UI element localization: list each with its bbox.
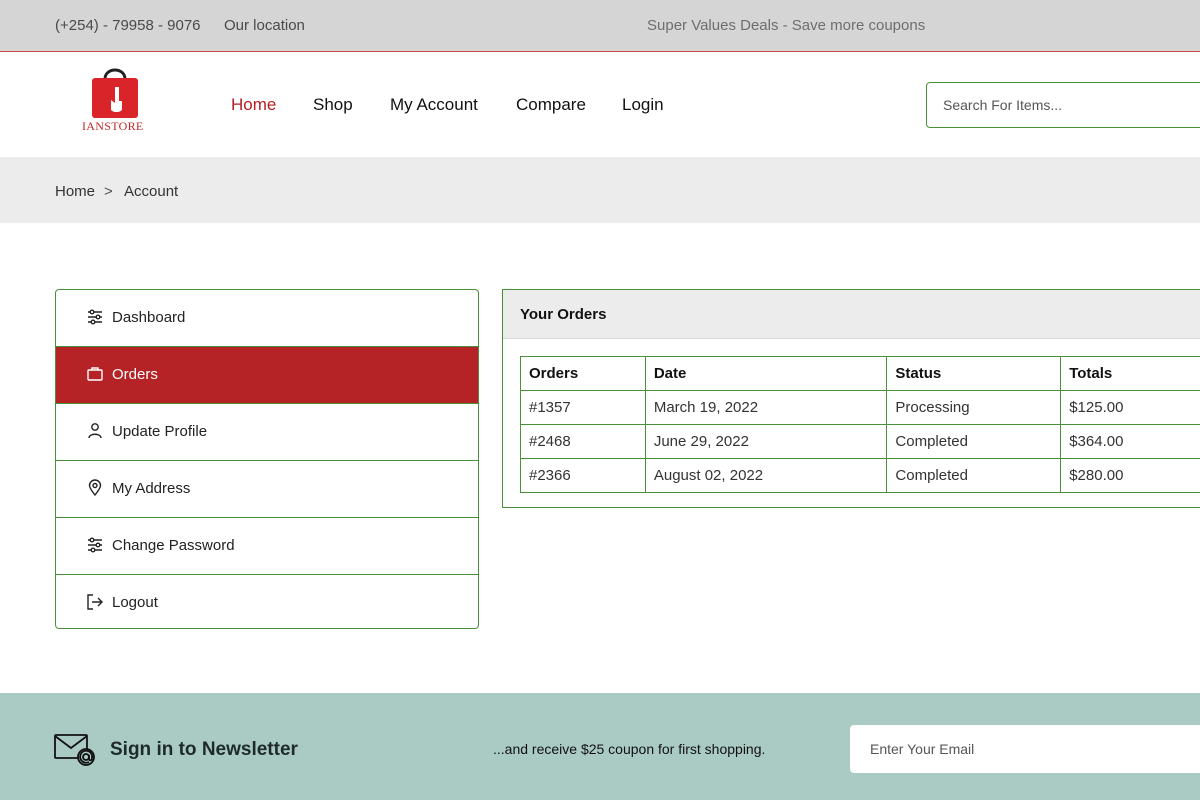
table-row[interactable]: #2468 June 29, 2022 Completed $364.00 (520, 424, 1200, 459)
breadcrumb-home[interactable]: Home (55, 183, 95, 200)
sidebar-item-label: Logout (112, 594, 158, 611)
column-header: Date (644, 356, 888, 391)
sidebar-item-label: Orders (112, 366, 158, 383)
column-header: Totals (1060, 356, 1200, 391)
sidebar-item-logout[interactable]: Logout (56, 575, 478, 628)
breadcrumb-account: Account (124, 183, 179, 200)
column-header: Status (886, 356, 1062, 391)
account-sidebar: Dashboard Orders Update Profile My Addre… (55, 289, 479, 629)
order-date: March 19, 2022 (644, 390, 888, 425)
order-id: #1357 (520, 390, 646, 425)
sidebar-item-update-profile[interactable]: Update Profile (56, 404, 478, 461)
nav-my-account[interactable]: My Account (390, 95, 478, 115)
nav-login[interactable]: Login (622, 95, 664, 115)
order-total: $280.00 (1060, 458, 1200, 493)
top-bar: (+254) - 79958 - 9076 Our location Super… (0, 0, 1200, 52)
search-input[interactable] (926, 82, 1200, 128)
sliders-icon (86, 536, 104, 554)
order-total: $364.00 (1060, 424, 1200, 459)
order-status: Completed (886, 424, 1062, 459)
order-status: Processing (886, 390, 1062, 425)
sidebar-item-label: Change Password (112, 537, 235, 554)
newsletter-section: Sign in to Newsletter ...and receive $25… (0, 693, 1200, 800)
location-link[interactable]: Our location (224, 17, 305, 34)
sidebar-item-change-password[interactable]: Change Password (56, 518, 478, 575)
logo-text[interactable]: IANSTORE (82, 119, 144, 134)
sidebar-item-label: Update Profile (112, 423, 208, 440)
mail-at-icon (54, 733, 96, 767)
deals-banner: Super Values Deals - Save more coupons (647, 17, 926, 34)
table-row[interactable]: #2366 August 02, 2022 Completed $280.00 (520, 458, 1200, 493)
sliders-icon (86, 308, 104, 326)
table-row[interactable]: #1357 March 19, 2022 Processing $125.00 (520, 390, 1200, 425)
map-pin-icon (86, 479, 104, 497)
breadcrumb-separator: > (104, 183, 113, 200)
newsletter-title: Sign in to Newsletter (110, 739, 298, 760)
order-status: Completed (886, 458, 1062, 493)
phone-number: (+254) - 79958 - 9076 (55, 17, 201, 34)
sidebar-item-my-address[interactable]: My Address (56, 461, 478, 518)
orders-title: Your Orders (520, 306, 607, 323)
order-id: #2366 (520, 458, 646, 493)
site-header: IANSTORE Home Shop My Account Compare Lo… (0, 53, 1200, 157)
order-id: #2468 (520, 424, 646, 459)
orders-panel: Your Orders Orders Date Status Totals #1… (502, 289, 1200, 508)
column-header: Orders (520, 356, 646, 391)
sidebar-item-orders[interactable]: Orders (56, 347, 478, 404)
sidebar-item-label: My Address (112, 480, 191, 497)
nav-home[interactable]: Home (231, 95, 276, 115)
nav-shop[interactable]: Shop (313, 95, 353, 115)
order-total: $125.00 (1060, 390, 1200, 425)
order-date: August 02, 2022 (644, 458, 888, 493)
orders-table: Orders Date Status Totals #1357 March 19… (520, 356, 1200, 493)
sidebar-item-label: Dashboard (112, 309, 186, 326)
email-field[interactable] (850, 725, 1200, 773)
nav-compare[interactable]: Compare (516, 95, 586, 115)
logout-icon (86, 593, 104, 611)
user-icon (86, 422, 104, 440)
sidebar-item-dashboard[interactable]: Dashboard (56, 290, 478, 347)
orders-header: Your Orders (503, 290, 1200, 339)
breadcrumb: Home > Account (0, 157, 1200, 223)
table-header-row: Orders Date Status Totals (520, 356, 1200, 391)
order-date: June 29, 2022 (644, 424, 888, 459)
newsletter-subtitle: ...and receive $25 coupon for first shop… (493, 741, 766, 757)
shopping-bag-icon (86, 365, 104, 383)
